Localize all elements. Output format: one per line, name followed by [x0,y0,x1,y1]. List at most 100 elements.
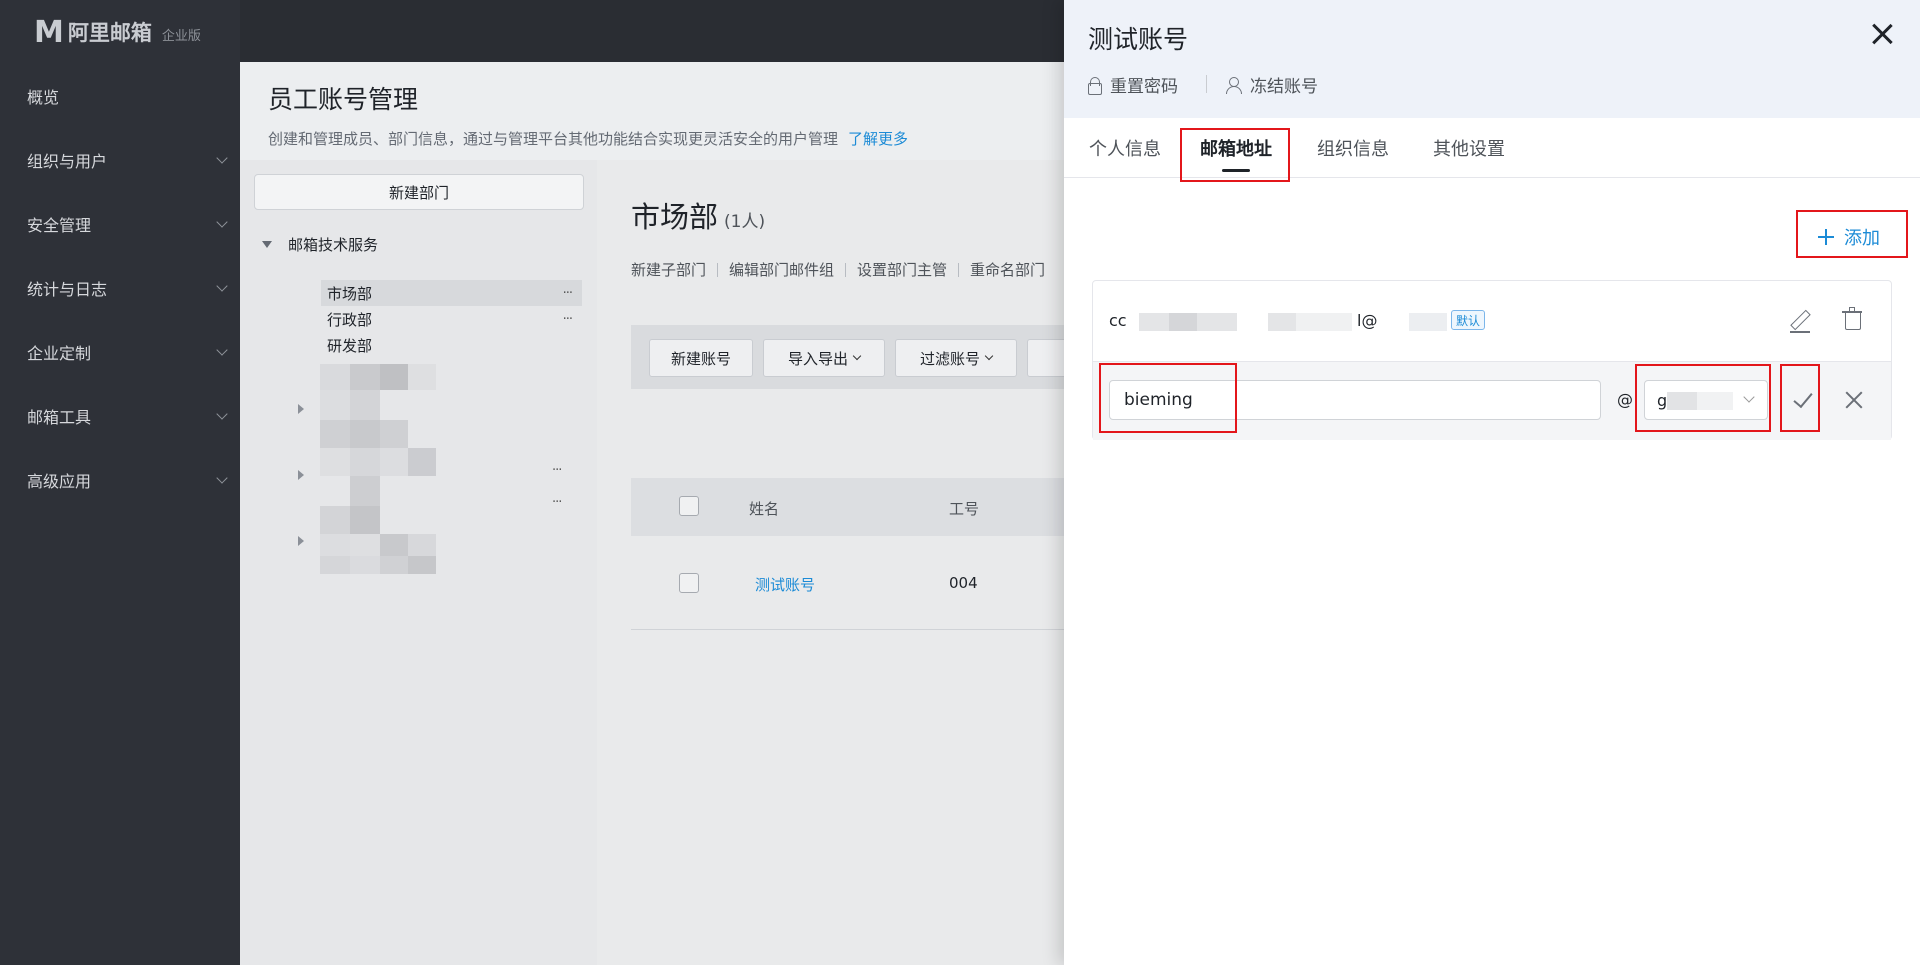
sidebar-item-stats-logs[interactable]: 统计与日志 [0,256,240,320]
sidebar-item-label: 统计与日志 [27,280,108,299]
drawer-tabs: 个人信息 邮箱地址 组织信息 其他设置 [1064,118,1920,178]
address-row: cc l@ 默认 [1093,281,1891,361]
sidebar-item-mail-tools[interactable]: 邮箱工具 [0,384,240,448]
domain-select-value: g [1657,391,1668,410]
set-dept-manager-link[interactable]: 设置部门主管 [857,261,947,279]
edit-icon[interactable] [1786,307,1812,333]
sidebar-item-label: 邮箱工具 [27,408,92,427]
blurred-text [1139,313,1169,331]
tree-node-label: 行政部 [327,310,373,329]
more-toolbar-button[interactable] [1027,339,1067,377]
learn-more-link[interactable]: 了解更多 [848,130,908,148]
blurred-text [1268,313,1296,331]
chevron-down-icon [1743,391,1755,403]
address-prefix: cc [1109,311,1127,330]
blurred-text [1169,313,1197,331]
new-department-button[interactable]: 新建部门 [254,174,584,210]
divider [1206,75,1207,93]
blurred-text [1197,313,1237,331]
tab-label: 其他设置 [1433,139,1505,160]
import-export-button[interactable]: 导入导出 [763,339,885,377]
tree-root[interactable]: 邮箱技术服务 [262,234,378,255]
tree-node-label: 市场部 [327,284,373,303]
filter-accounts-label: 过滤账号 [919,349,980,368]
trash-icon[interactable] [1840,307,1866,333]
caret-right-icon[interactable] [298,536,304,546]
logo-mark: M [34,14,64,50]
tab-personal-info[interactable]: 个人信息 [1086,118,1164,178]
add-address-label: 添加 [1844,228,1880,249]
tab-org-info[interactable]: 组织信息 [1314,118,1392,178]
more-icon[interactable]: ··· [563,286,573,301]
default-badge: 默认 [1451,310,1486,330]
sidebar-item-org-users[interactable]: 组织与用户 [0,128,240,192]
sidebar-item-security[interactable]: 安全管理 [0,192,240,256]
address-at: l@ [1357,311,1378,330]
account-id: 004 [949,574,978,592]
blurred-domain [1409,313,1447,331]
filter-accounts-button[interactable]: 过滤账号 [895,339,1017,377]
tree-node-rnd[interactable]: 研发部 [321,332,582,358]
reset-password-button[interactable]: 重置密码 [1088,72,1178,97]
row-checkbox[interactable] [679,573,699,593]
page-description: 创建和管理成员、部门信息，通过与管理平台其他功能结合实现更灵活安全的用户管理 了解… [268,128,908,149]
freeze-account-label: 冻结账号 [1250,77,1318,97]
column-header-name[interactable]: 姓名 [749,498,779,519]
tree-root-label: 邮箱技术服务 [288,236,379,254]
chevron-down-icon [216,152,228,164]
department-tree: 新建部门 邮箱技术服务 市场部 ··· 行政部 ··· 研发部 ··· ··· [240,160,597,965]
caret-right-icon[interactable] [298,470,304,480]
sidebar-item-customization[interactable]: 企业定制 [0,320,240,384]
drawer-header: 测试账号 重置密码 冻结账号 [1064,0,1920,118]
account-drawer: 测试账号 重置密码 冻结账号 个人信息 邮箱地址 组织信息 其他设置 添加 cc… [1064,0,1920,965]
new-account-label: 新建账号 [670,349,731,368]
blurred-tree-nodes [320,364,440,574]
select-all-checkbox[interactable] [679,496,699,516]
more-icon[interactable]: ··· [552,495,562,510]
x-icon[interactable] [1841,387,1867,413]
new-subdept-link[interactable]: 新建子部门 [631,261,706,279]
more-icon[interactable]: ··· [552,463,562,478]
tree-node-label: 研发部 [327,336,373,355]
page-description-text: 创建和管理成员、部门信息，通过与管理平台其他功能结合实现更灵活安全的用户管理 [268,130,839,148]
department-actions: 新建子部门 编辑部门邮件组 设置部门主管 重命名部门 [631,259,1045,280]
tab-label: 邮箱地址 [1200,139,1272,160]
close-icon[interactable] [1866,18,1898,50]
sidebar-item-label: 概览 [27,88,60,107]
column-header-id[interactable]: 工号 [949,498,979,519]
new-account-button[interactable]: 新建账号 [649,339,753,377]
tree-node-admin[interactable]: 行政部 ··· [321,306,582,332]
domain-select[interactable]: g [1644,380,1768,420]
sidebar-item-advanced[interactable]: 高级应用 [0,448,240,512]
caret-right-icon[interactable] [298,404,304,414]
rename-dept-link[interactable]: 重命名部门 [970,261,1045,279]
tree-node-marketing[interactable]: 市场部 ··· [321,280,582,306]
sidebar-item-label: 组织与用户 [27,152,108,171]
caret-down-icon[interactable] [262,241,272,248]
tab-other-settings[interactable]: 其他设置 [1430,118,1508,178]
edit-dept-mailgroup-link[interactable]: 编辑部门邮件组 [729,261,834,279]
account-name-link[interactable]: 测试账号 [755,574,815,595]
logo[interactable]: M 阿里邮箱 企业版 [34,14,201,50]
chevron-down-icon [852,351,862,361]
address-list: cc l@ 默认 @ g [1092,280,1892,440]
department-title: 市场部 (1人) [631,194,765,236]
add-address-button[interactable]: 添加 [1818,224,1880,250]
logo-edition: 企业版 [161,28,201,44]
tab-email-address[interactable]: 邮箱地址 [1182,118,1290,178]
sidebar-item-label: 高级应用 [27,472,92,491]
check-icon[interactable] [1790,387,1816,413]
more-icon[interactable]: ··· [563,312,573,327]
alias-input[interactable] [1109,380,1601,420]
freeze-account-button[interactable]: 冻结账号 [1226,72,1318,97]
plus-icon [1818,229,1834,245]
sidebar-item-overview[interactable]: 概览 [0,64,240,128]
sidebar: M 阿里邮箱 企业版 概览 组织与用户 安全管理 统计与日志 企业定制 邮箱工具… [0,0,240,965]
import-export-label: 导入导出 [787,349,848,368]
reset-password-label: 重置密码 [1110,77,1178,97]
active-tab-indicator [1222,169,1250,172]
tab-label: 组织信息 [1317,139,1389,160]
blurred-text [1296,313,1352,331]
blurred-domain [1667,392,1697,410]
chevron-down-icon [216,280,228,292]
